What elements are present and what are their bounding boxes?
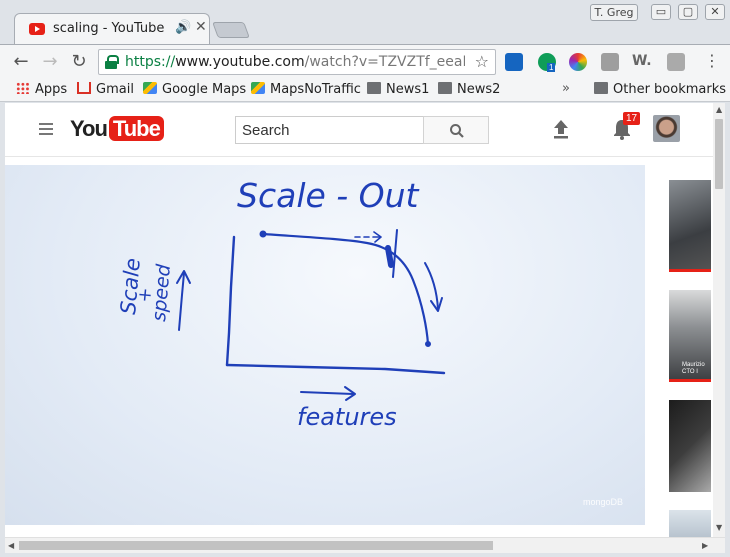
- browser-titlebar: scaling - YouTube 🔊 ✕ T. Greg ▭ ▢ ✕: [0, 0, 730, 44]
- maximize-button[interactable]: ▢: [678, 4, 698, 20]
- video-player[interactable]: Scale - Out Scale + speed features mongo…: [5, 165, 645, 525]
- folder-icon: [438, 82, 452, 94]
- extension-badge: 1: [547, 63, 556, 72]
- lock-icon: [105, 55, 119, 69]
- bookmarks-bar: Apps Gmail Google Maps MapsNoTraffic New…: [0, 78, 730, 102]
- reload-icon[interactable]: ↻: [67, 50, 91, 74]
- address-bar[interactable]: https://www.youtube.com/watch?v=TZVZTf_e…: [98, 49, 496, 75]
- horizontal-scrollbar[interactable]: ◀ ▶: [5, 537, 725, 553]
- extension-w-icon[interactable]: W.: [632, 53, 652, 71]
- vertical-scroll-thumb[interactable]: [715, 119, 723, 189]
- vertical-scrollbar[interactable]: ▲ ▼: [713, 103, 725, 537]
- speaker-icon[interactable]: 🔊: [175, 20, 191, 35]
- browser-toolbar: ← → ↻ https://www.youtube.com/watch?v=TZ…: [0, 44, 730, 78]
- related-video-thumbnail[interactable]: [669, 180, 711, 272]
- y-label-arrow: [178, 272, 185, 331]
- bookmarks-overflow-button[interactable]: »: [562, 81, 570, 96]
- color-wheel-icon[interactable]: [569, 53, 587, 71]
- minimize-button[interactable]: ▭: [651, 4, 671, 20]
- mongodb-watermark: mongoDB: [583, 497, 624, 507]
- scroll-down-icon[interactable]: ▼: [716, 523, 722, 532]
- page-viewport: YouTube 17: [5, 103, 713, 540]
- apps-grid-icon: [16, 82, 30, 94]
- maps-icon: [251, 82, 265, 94]
- other-bookmarks[interactable]: Other bookmarks: [594, 82, 726, 97]
- forward-arrow-icon[interactable]: →: [38, 50, 62, 74]
- extension-person-icon[interactable]: [601, 53, 619, 71]
- bookmark-mapsnotraffic[interactable]: MapsNoTraffic: [251, 82, 361, 97]
- related-video-thumbnail[interactable]: Maurizio CTO I: [669, 290, 711, 382]
- extension-x-icon[interactable]: [505, 53, 523, 71]
- scale-curve: [261, 232, 430, 346]
- related-video-thumbnail[interactable]: [669, 400, 711, 492]
- y-axis-label-speed: speed: [148, 262, 175, 322]
- browser-tab[interactable]: scaling - YouTube 🔊 ✕: [14, 13, 210, 44]
- search-icon: [450, 124, 464, 138]
- youtube-header: YouTube 17: [5, 103, 713, 157]
- bookmark-news2[interactable]: News2: [438, 82, 500, 97]
- notification-count-badge: 17: [623, 112, 641, 125]
- horizontal-scroll-thumb[interactable]: [19, 541, 493, 550]
- scroll-left-icon[interactable]: ◀: [8, 541, 14, 550]
- related-video-thumbnail[interactable]: [669, 510, 711, 540]
- close-window-button[interactable]: ✕: [705, 4, 725, 20]
- back-arrow-icon[interactable]: ←: [9, 50, 33, 74]
- maps-icon: [143, 82, 157, 94]
- extension-circle-icon[interactable]: 1: [538, 53, 556, 72]
- url-text[interactable]: https://www.youtube.com/watch?v=TZVZTf_e…: [125, 54, 465, 70]
- curve-start-dot: [259, 230, 267, 238]
- tab-close-icon[interactable]: ✕: [195, 19, 207, 35]
- new-tab-button[interactable]: [212, 22, 250, 38]
- upload-icon[interactable]: [551, 117, 571, 141]
- bookmark-google-maps[interactable]: Google Maps: [143, 82, 246, 97]
- folder-icon: [594, 82, 608, 94]
- scroll-up-icon[interactable]: ▲: [716, 105, 722, 114]
- folder-icon: [367, 82, 381, 94]
- watched-progress-bar: [669, 269, 711, 272]
- bookmark-gmail[interactable]: Gmail: [77, 82, 134, 97]
- x-axis-label: features: [297, 403, 397, 431]
- star-icon[interactable]: ☆: [475, 52, 489, 71]
- thumbnail-caption: Maurizio CTO I: [682, 362, 705, 375]
- y-axis-label-scale: Scale: [116, 257, 145, 315]
- x-axis-line: [225, 363, 446, 375]
- search-input[interactable]: [235, 116, 423, 144]
- hamburger-menu-icon[interactable]: [39, 123, 53, 135]
- youtube-favicon-icon: [29, 23, 45, 35]
- bookmark-news1[interactable]: News1: [367, 82, 429, 97]
- avatar[interactable]: [653, 115, 680, 142]
- extension-k-icon[interactable]: [667, 53, 685, 71]
- whiteboard-title: Scale - Out: [237, 176, 420, 215]
- whiteboard-drawing: Scale - Out Scale + speed features: [116, 176, 446, 431]
- curve-marker: [385, 245, 394, 268]
- x-label-arrow: [300, 391, 354, 395]
- youtube-logo[interactable]: You Tube: [70, 116, 164, 144]
- bookmark-apps[interactable]: Apps: [16, 82, 67, 97]
- scroll-right-icon[interactable]: ▶: [702, 541, 708, 550]
- gmail-icon: [77, 82, 91, 94]
- tab-title: scaling - YouTube: [53, 21, 165, 36]
- watched-progress-bar: [669, 379, 711, 382]
- menu-dots-icon[interactable]: ⋮: [704, 51, 720, 70]
- curve-end-dot: [425, 341, 431, 347]
- profile-button[interactable]: T. Greg: [590, 4, 638, 21]
- y-axis-line: [225, 235, 236, 367]
- search-button[interactable]: [423, 116, 489, 144]
